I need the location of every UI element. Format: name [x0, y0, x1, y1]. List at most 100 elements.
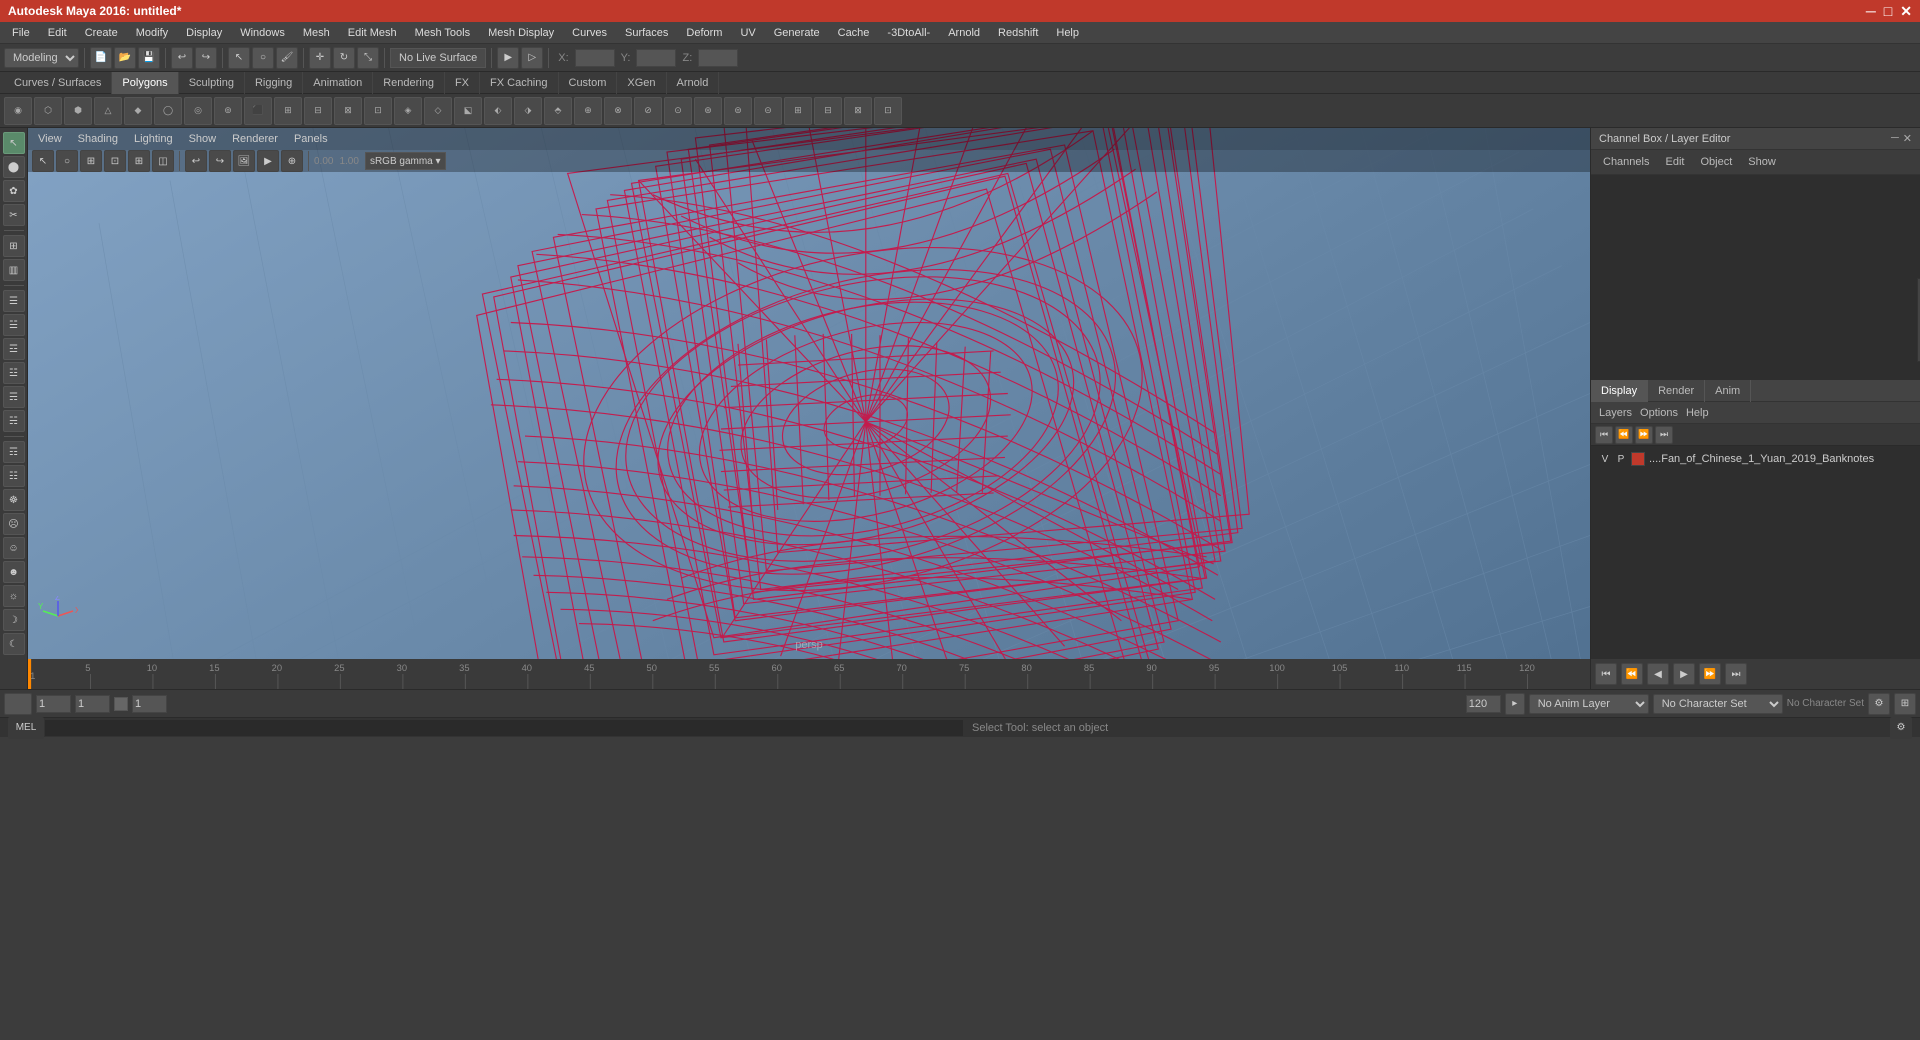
menu-item-surfaces[interactable]: Surfaces: [617, 25, 676, 41]
show-menu[interactable]: Show: [183, 131, 223, 147]
shelf-icon-2[interactable]: ⬡: [34, 97, 62, 125]
shelf-tab-rigging[interactable]: Rigging: [245, 72, 303, 94]
shelf-tab-sculpting[interactable]: Sculpting: [179, 72, 245, 94]
shelf-tab-arnold[interactable]: Arnold: [667, 72, 720, 94]
sculpt-button[interactable]: ✿: [3, 180, 25, 202]
ipr-render[interactable]: ▷: [521, 47, 543, 69]
extra-btn-6[interactable]: ☻: [3, 561, 25, 583]
ref-layer-button[interactable]: ☳: [3, 362, 25, 384]
layer-prev-frame[interactable]: ⏮: [1595, 426, 1613, 444]
layer-next-frame[interactable]: ⏩: [1635, 426, 1653, 444]
shelf-tab-polygons[interactable]: Polygons: [112, 72, 178, 94]
object-tab[interactable]: Object: [1696, 154, 1736, 170]
cut-button[interactable]: ✂: [3, 204, 25, 226]
extra-btn-3[interactable]: ☸: [3, 489, 25, 511]
shelf-icon-21[interactable]: ⊗: [604, 97, 632, 125]
close-button[interactable]: ✕: [1900, 3, 1912, 20]
save-scene-button[interactable]: 💾: [138, 47, 160, 69]
shelf-tab-fx[interactable]: FX: [445, 72, 480, 94]
shelf-tab-fx-caching[interactable]: FX Caching: [480, 72, 558, 94]
shelf-icon-15[interactable]: ◇: [424, 97, 452, 125]
next-frame-button[interactable]: ⏩: [1699, 663, 1721, 685]
shelf-icon-1[interactable]: ◉: [4, 97, 32, 125]
x-coord-input[interactable]: [575, 49, 615, 67]
scale-tool[interactable]: ⤡: [357, 47, 379, 69]
maximize-button[interactable]: □: [1884, 3, 1892, 20]
z-coord-input[interactable]: [698, 49, 738, 67]
extra-btn-4[interactable]: ☹: [3, 513, 25, 535]
timeline-ruler[interactable]: 1 5 10 15 20 25 30 35 40 45 50: [28, 659, 1590, 689]
render-tab[interactable]: Render: [1648, 380, 1705, 402]
shelf-tab-rendering[interactable]: Rendering: [373, 72, 445, 94]
goto-start-button[interactable]: ⏮: [1595, 663, 1617, 685]
extra-btn-5[interactable]: ☺: [3, 537, 25, 559]
edit-tab[interactable]: Edit: [1661, 154, 1688, 170]
bottom-settings-2[interactable]: ⊞: [1894, 693, 1916, 715]
frame-current[interactable]: [75, 695, 110, 713]
rotate-tool[interactable]: ↻: [333, 47, 355, 69]
vp-frame-sel[interactable]: ⊡: [104, 150, 126, 172]
play-back-button[interactable]: ◀: [1647, 663, 1669, 685]
workspace-dropdown[interactable]: Modeling: [4, 48, 79, 68]
shelf-icon-4[interactable]: △: [94, 97, 122, 125]
y-coord-input[interactable]: [636, 49, 676, 67]
layer-visible[interactable]: V: [1599, 454, 1611, 465]
vp-grid[interactable]: ⊞: [128, 150, 150, 172]
help-tab[interactable]: Help: [1686, 407, 1709, 419]
minimize-button[interactable]: ─: [1866, 3, 1876, 20]
shelf-tab-curves---surfaces[interactable]: Curves / Surfaces: [4, 72, 112, 94]
shelf-icon-14[interactable]: ◈: [394, 97, 422, 125]
anim-tab[interactable]: Anim: [1705, 380, 1751, 402]
menu-item-display[interactable]: Display: [178, 25, 230, 41]
shelf-icon-23[interactable]: ⊙: [664, 97, 692, 125]
select-tool[interactable]: ↖: [228, 47, 250, 69]
menu-item-mesh[interactable]: Mesh: [295, 25, 338, 41]
shelf-tab-xgen[interactable]: XGen: [617, 72, 666, 94]
display-tab[interactable]: Display: [1591, 380, 1648, 402]
menu-item-deform[interactable]: Deform: [678, 25, 730, 41]
frame-display[interactable]: [132, 695, 167, 713]
shelf-icon-6[interactable]: ◯: [154, 97, 182, 125]
status-settings[interactable]: ⚙: [1890, 717, 1912, 739]
menu-item-arnold[interactable]: Arnold: [940, 25, 988, 41]
layer-playback[interactable]: P: [1615, 454, 1627, 465]
layers-tab[interactable]: Layers: [1599, 407, 1632, 419]
extra-btn-9[interactable]: ☾: [3, 633, 25, 655]
menu-item-generate[interactable]: Generate: [766, 25, 828, 41]
options-tab[interactable]: Options: [1640, 407, 1678, 419]
view-menu[interactable]: View: [32, 131, 68, 147]
prev-frame-button[interactable]: ⏪: [1621, 663, 1643, 685]
shelf-icon-11[interactable]: ⊟: [304, 97, 332, 125]
vp-select-mask[interactable]: ↖: [32, 150, 54, 172]
shelf-icon-3[interactable]: ⬢: [64, 97, 92, 125]
anim-layer-dropdown[interactable]: No Anim Layer: [1529, 694, 1649, 714]
character-set-dropdown[interactable]: No Character Set: [1653, 694, 1783, 714]
extra-btn-2[interactable]: ☷: [3, 465, 25, 487]
snap-button[interactable]: ⊞: [3, 235, 25, 257]
panels-menu[interactable]: Panels: [288, 131, 334, 147]
open-scene-button[interactable]: 📂: [114, 47, 136, 69]
shelf-icon-9[interactable]: ⬛: [244, 97, 272, 125]
shelf-icon-28[interactable]: ⊟: [814, 97, 842, 125]
shelf-icon-8[interactable]: ⊚: [214, 97, 242, 125]
paint-ops-button[interactable]: ⬤: [3, 156, 25, 178]
shelf-icon-19[interactable]: ⬘: [544, 97, 572, 125]
shelf-icon-22[interactable]: ⊘: [634, 97, 662, 125]
extra-btn-1[interactable]: ☶: [3, 441, 25, 463]
shelf-icon-12[interactable]: ⊠: [334, 97, 362, 125]
paint-select[interactable]: 🖌: [276, 47, 298, 69]
renderer-menu[interactable]: Renderer: [226, 131, 284, 147]
menu-item-uv[interactable]: UV: [732, 25, 763, 41]
shelf-icon-30[interactable]: ⊡: [874, 97, 902, 125]
render-layer-button[interactable]: ☱: [3, 314, 25, 336]
menu-item-modify[interactable]: Modify: [128, 25, 176, 41]
shelf-icon-16[interactable]: ⬕: [454, 97, 482, 125]
menu-item-redshift[interactable]: Redshift: [990, 25, 1046, 41]
anim-layer-button[interactable]: ☲: [3, 338, 25, 360]
render-button[interactable]: ▶: [497, 47, 519, 69]
bottom-settings-1[interactable]: ⚙: [1868, 693, 1890, 715]
frame-range-start[interactable]: [36, 695, 71, 713]
shading-menu[interactable]: Shading: [72, 131, 124, 147]
vp-frame-all[interactable]: ⊞: [80, 150, 102, 172]
vp-isolate[interactable]: ○: [56, 150, 78, 172]
